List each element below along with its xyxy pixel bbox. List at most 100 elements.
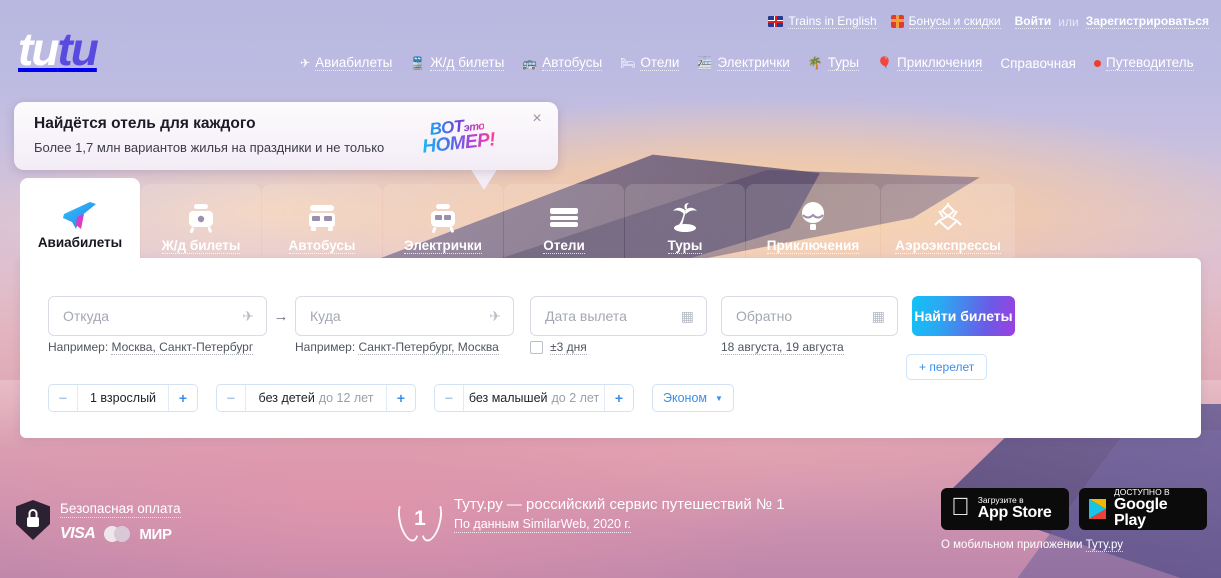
bonuses-link[interactable]: Бонусы и скидки — [890, 14, 1001, 29]
app-store-bottom-label: App Store — [959, 504, 1052, 522]
date-suggestion-hint[interactable]: 18 августа, 19 августа — [721, 340, 844, 355]
nav-label-hotels: Отели — [640, 55, 680, 71]
nav-label-adventures: Приключения — [897, 55, 983, 71]
mobile-app-note-prefix: О мобильном приложении — [941, 539, 1086, 551]
register-link[interactable]: Зарегистрироваться — [1085, 14, 1209, 29]
to-field-group: Куда ✈ Например: Санкт-Петербург, Москва — [295, 296, 514, 355]
origin-hint: Например: Москва, Санкт-Петербург — [48, 340, 254, 355]
infants-increment-button[interactable]: + — [605, 385, 633, 411]
tab-label-flights: Авиабилеты — [37, 235, 123, 250]
tab-flights[interactable]: Авиабилеты — [20, 178, 140, 264]
app-store-button[interactable]:  Загрузите в App Store — [941, 488, 1069, 530]
calendar-icon[interactable]: ▦ — [872, 309, 885, 323]
depart-date-input[interactable]: Дата вылета ▦ — [530, 296, 707, 336]
google-play-bottom-label: Google Play — [1114, 495, 1168, 530]
balloon-icon: 🎈 — [877, 56, 892, 70]
nav-item-buses[interactable]: 🚌 Автобусы — [522, 55, 603, 71]
origin-input[interactable]: Откуда ✈ — [48, 296, 267, 336]
add-flight-button[interactable]: + перелет — [906, 354, 988, 380]
children-increment-button[interactable]: + — [387, 385, 415, 411]
palm-icon — [669, 198, 701, 238]
nav-item-help[interactable]: Справочная — [1000, 56, 1076, 71]
palm-icon: 🌴 — [807, 56, 823, 70]
search-form-row: Откуда ✈ Например: Москва, Санкт-Петербу… — [48, 296, 1015, 355]
promo-subtitle: Более 1,7 млн вариантов жилья на праздни… — [34, 140, 385, 155]
award-text: Туту.ру — российский сервис путешествий … — [454, 496, 785, 533]
children-decrement-button[interactable]: − — [217, 385, 245, 411]
nav-item-commuter-trains[interactable]: 🚈 Электрички — [697, 55, 790, 71]
cabin-class-select[interactable]: Эконом ▼ — [652, 384, 734, 412]
auth-group: Войти или Зарегистрироваться — [1014, 14, 1209, 29]
shield-lock-icon — [16, 500, 50, 540]
nav-item-adventures[interactable]: 🎈 Приключения — [877, 55, 983, 71]
nav-item-guide[interactable]: Путеводитель — [1094, 55, 1194, 71]
promo-badge-line2: НОМЕР! — [421, 129, 497, 158]
tab-buses[interactable]: Автобусы — [262, 184, 382, 264]
tab-adventures[interactable]: Приключения — [746, 184, 880, 264]
return-date-input[interactable]: Обратно ▦ — [721, 296, 898, 336]
destination-input[interactable]: Куда ✈ — [295, 296, 514, 336]
award-source-link[interactable]: По данным SimilarWeb, 2020 г. — [454, 517, 631, 533]
depart-date-placeholder: Дата вылета — [545, 308, 627, 324]
plane-icon — [60, 195, 100, 235]
mastercard-icon — [104, 526, 131, 542]
nav-label-buses: Автобусы — [542, 55, 603, 71]
bed-icon: 🛏 — [620, 56, 636, 70]
nav-label-commuter-trains: Электрички — [717, 55, 790, 71]
return-date-placeholder: Обратно — [736, 308, 793, 324]
tab-label-tours: Туры — [667, 238, 703, 254]
infants-decrement-button[interactable]: − — [435, 385, 463, 411]
promo-title: Найдётся отель для каждого — [34, 115, 256, 132]
train-icon — [186, 198, 216, 238]
logo-part-white: tu — [18, 23, 59, 75]
promo-banner-tail — [470, 168, 498, 190]
tab-train-tickets[interactable]: Ж/д билеты — [141, 184, 261, 264]
tab-hotels[interactable]: Отели — [504, 184, 624, 264]
logo-part-violet: tu — [57, 23, 98, 75]
nav-item-hotels[interactable]: 🛏 Отели — [620, 55, 680, 71]
tab-tours[interactable]: Туры — [625, 184, 745, 264]
mobile-app-note: О мобильном приложении Туту.ру — [941, 539, 1207, 552]
calendar-icon[interactable]: ▦ — [681, 309, 694, 323]
tutu-logo[interactable]: tutu — [18, 23, 99, 75]
google-play-icon — [1089, 499, 1106, 519]
nav-item-flights[interactable]: ✈ Авиабилеты — [300, 55, 393, 71]
nav-item-train-tickets[interactable]: 🚆 Ж/д билеты — [410, 55, 505, 71]
tab-label-train-tickets: Ж/д билеты — [161, 238, 241, 254]
origin-hint-link[interactable]: Москва, Санкт-Петербург — [111, 340, 254, 355]
date-suggestion-link[interactable]: 18 августа, 19 августа — [721, 340, 844, 355]
promo-banner[interactable]: Найдётся отель для каждого Более 1,7 млн… — [14, 102, 558, 170]
tab-aeroexpress[interactable]: Аэроэкспрессы — [881, 184, 1015, 264]
search-button[interactable]: Найти билеты — [912, 296, 1015, 336]
mir-icon: МИР — [139, 525, 172, 543]
adults-decrement-button[interactable]: − — [49, 385, 77, 411]
tab-commuter-trains[interactable]: Электрички — [383, 184, 503, 264]
nav-label-help: Справочная — [1000, 55, 1076, 71]
destination-hint-link[interactable]: Санкт-Петербург, Москва — [358, 340, 499, 355]
nav-item-tours[interactable]: 🌴 Туры — [807, 55, 860, 71]
plane-icon: ✈ — [489, 308, 501, 324]
infants-age-note: до 2 лет — [551, 391, 600, 405]
google-play-button[interactable]: ДОСТУПНО В Google Play — [1079, 487, 1207, 530]
adults-increment-button[interactable]: + — [169, 385, 197, 411]
login-link[interactable]: Войти — [1014, 14, 1052, 29]
gift-icon — [890, 15, 904, 28]
flex-days-checkbox-group[interactable]: ±3 дня — [530, 340, 587, 355]
apple-icon:  — [951, 495, 970, 520]
children-value: без детей — [258, 391, 315, 405]
mobile-app-note-link[interactable]: Туту.ру — [1085, 539, 1123, 552]
flex-days-label: ±3 дня — [550, 340, 587, 355]
tab-label-hotels: Отели — [543, 238, 585, 254]
trains-in-english-link[interactable]: Trains in English — [768, 14, 877, 29]
children-stepper: − без детей до 12 лет + — [216, 384, 416, 412]
destination-hint: Например: Санкт-Петербург, Москва — [295, 340, 499, 355]
nav-label-train-tickets: Ж/д билеты — [430, 55, 505, 71]
tutu-homepage: Trains in English Бонусы и скидки Войти … — [0, 0, 1221, 578]
flex-days-checkbox[interactable] — [530, 341, 543, 354]
bus-icon: 🚌 — [522, 56, 538, 70]
train-icon: 🚆 — [410, 56, 426, 70]
commuter-train-icon: 🚈 — [697, 56, 713, 70]
aeroexpress-icon — [931, 198, 965, 238]
close-icon[interactable]: × — [528, 110, 546, 128]
destination-placeholder: Куда — [310, 308, 341, 324]
